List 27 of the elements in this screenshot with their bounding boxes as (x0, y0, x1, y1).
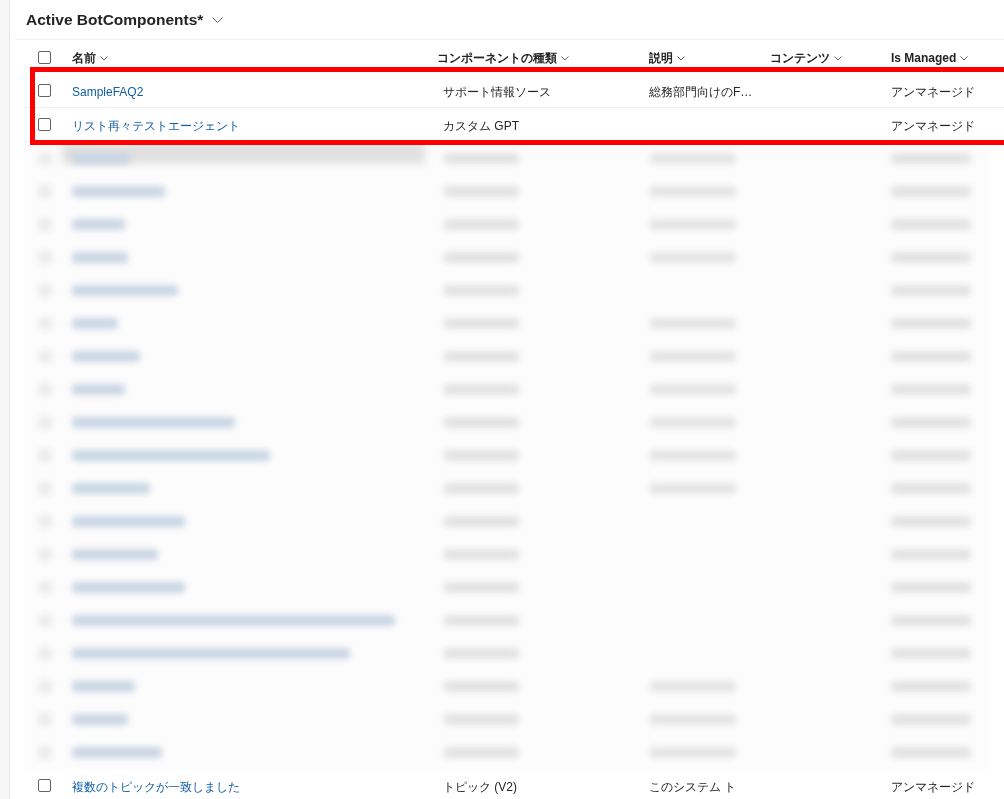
managed-cell: アンマネージド (891, 84, 975, 99)
column-header[interactable]: Is Managed (891, 50, 969, 66)
name-link[interactable]: 複数のトピックが一致しました (72, 779, 240, 794)
description-cell: 総務部門向けのF… (649, 84, 753, 99)
managed-cell: アンマネージド (891, 118, 975, 133)
name-link[interactable]: SampleFAQ2 (72, 84, 144, 99)
component-type-cell: カスタム GPT (443, 118, 519, 133)
column-header[interactable]: 名前 (72, 50, 108, 66)
column-header[interactable]: 説明 (649, 50, 685, 66)
chevron-down-icon (561, 55, 569, 61)
chevron-down-icon (960, 55, 969, 61)
chevron-down-icon (100, 55, 108, 61)
column-header[interactable]: コンテンツ (770, 50, 842, 66)
chevron-down-icon (834, 55, 842, 61)
select-all-checkbox[interactable] (38, 50, 51, 64)
row-checkbox[interactable] (38, 118, 51, 131)
chevron-down-icon (677, 55, 685, 61)
managed-cell: アンマネージド (891, 779, 975, 794)
component-type-cell: トピック (V2) (443, 779, 517, 794)
component-type-cell: サポート情報ソース (443, 84, 551, 99)
column-header[interactable]: コンポーネントの種類 (437, 50, 569, 66)
row-checkbox[interactable] (38, 84, 51, 97)
chevron-down-icon (212, 16, 224, 23)
description-cell: このシステム ト (649, 779, 737, 794)
row-checkbox[interactable] (38, 779, 51, 792)
view-selector[interactable]: Active BotComponents* (26, 10, 224, 29)
name-link[interactable]: リスト再々テストエージェント (72, 118, 240, 133)
